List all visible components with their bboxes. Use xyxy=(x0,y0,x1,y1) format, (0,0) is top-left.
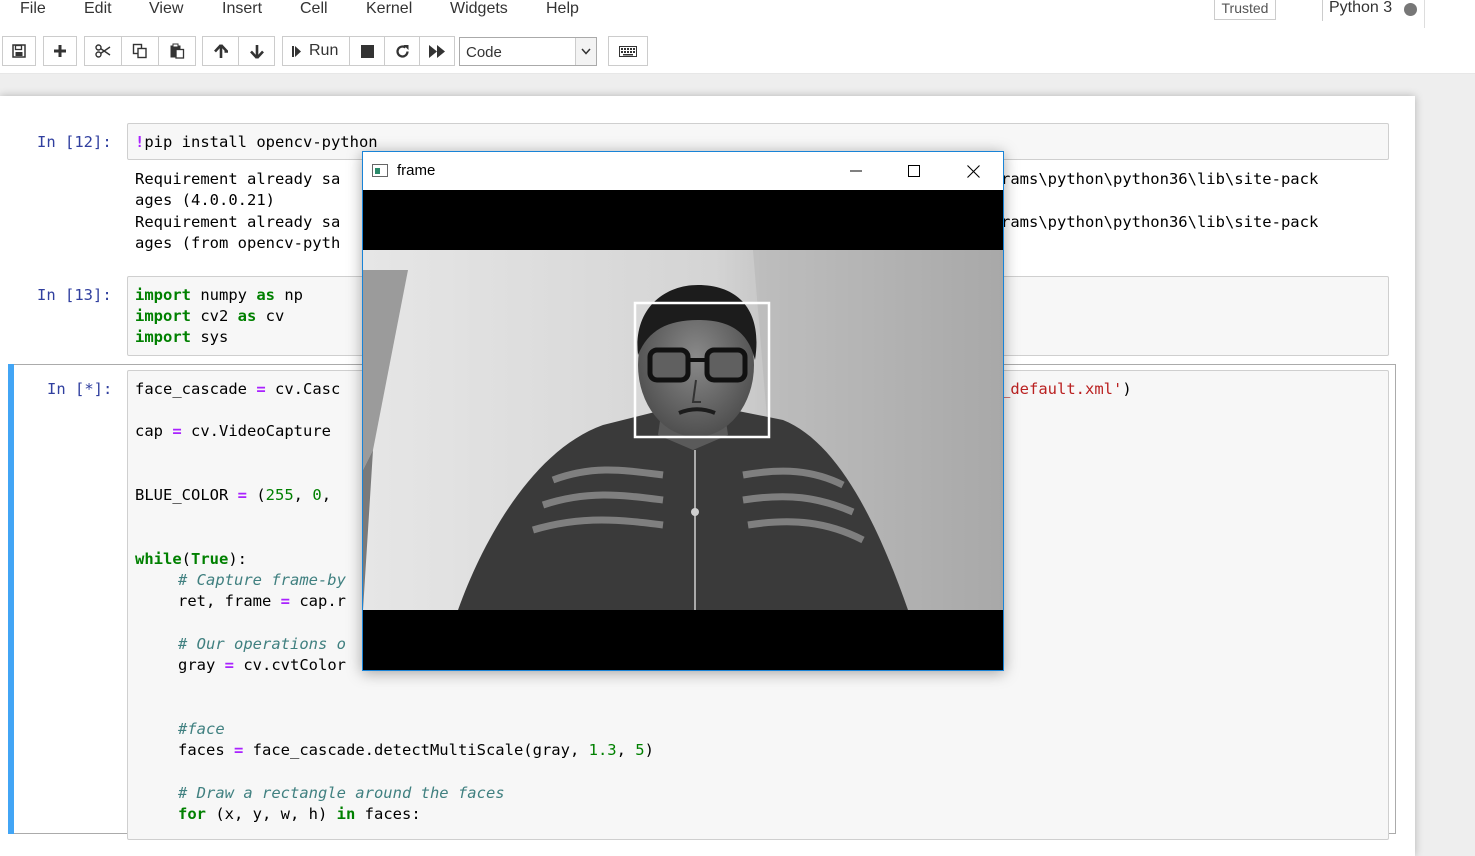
cell-prompt: In [*]: xyxy=(47,380,113,398)
divider xyxy=(1424,0,1425,28)
interrupt-kernel-button[interactable] xyxy=(349,36,385,66)
code-line: ret, frame = cap.r xyxy=(178,592,346,610)
cut-button[interactable] xyxy=(84,36,122,66)
code-line: while(True): xyxy=(135,550,248,568)
close-button[interactable] xyxy=(950,156,996,186)
code-comment: # Our operations o xyxy=(178,635,346,653)
paste-icon xyxy=(170,43,185,59)
output-line: rams\python\python36\lib\site-pack xyxy=(1001,213,1319,231)
maximize-icon xyxy=(908,165,920,177)
minimize-icon xyxy=(850,170,862,172)
code-comment: #face xyxy=(178,720,225,738)
menu-edit[interactable]: Edit xyxy=(84,0,112,18)
cell-type-value: Code xyxy=(466,44,502,61)
selected-cell-indicator xyxy=(8,364,14,834)
app-window-icon xyxy=(372,164,388,177)
cell-prompt: In [13]: xyxy=(37,286,112,304)
save-button[interactable] xyxy=(2,36,36,66)
kernel-busy-indicator-icon xyxy=(1404,3,1417,16)
menu-kernel[interactable]: Kernel xyxy=(366,0,412,18)
move-cell-up-button[interactable] xyxy=(202,36,239,66)
plus-icon xyxy=(54,45,66,57)
output-line: rams\python\python36\lib\site-pack xyxy=(1001,170,1319,188)
cell-prompt: In [12]: xyxy=(37,133,112,151)
keyboard-icon xyxy=(619,45,637,57)
code-line: cap = cv.VideoCapture xyxy=(135,422,331,440)
code-line: BLUE_COLOR = (255, 0, xyxy=(135,486,332,504)
copy-icon xyxy=(132,43,147,59)
code-line: _default.xml') xyxy=(1001,380,1132,398)
close-icon xyxy=(966,164,980,178)
code-line: for (x, y, w, h) in faces: xyxy=(178,805,421,823)
output-line: Requirement already sa xyxy=(135,213,341,231)
menu-cell[interactable]: Cell xyxy=(300,0,328,18)
code-comment: # Draw a rectangle around the faces xyxy=(178,784,505,802)
maximize-button[interactable] xyxy=(891,156,937,186)
chevron-down-icon xyxy=(575,38,596,65)
run-icon xyxy=(292,45,301,57)
copy-button[interactable] xyxy=(121,36,159,66)
paste-button[interactable] xyxy=(158,36,196,66)
fast-forward-icon xyxy=(429,44,445,58)
cell-type-select[interactable]: Code xyxy=(459,37,597,66)
output-line: Requirement already sa xyxy=(135,170,341,188)
code-comment: # Capture frame-by xyxy=(178,571,346,589)
code-line: import numpy as np xyxy=(135,286,303,304)
window-title: frame xyxy=(397,162,436,179)
notebook-header: File Edit View Insert Cell Kernel Widget… xyxy=(0,0,1475,74)
run-button[interactable]: Run xyxy=(282,36,350,66)
arrow-down-icon xyxy=(249,44,264,59)
move-cell-down-button[interactable] xyxy=(238,36,275,66)
save-icon xyxy=(12,44,26,58)
code-line: !pip install opencv-python xyxy=(135,133,378,151)
trusted-indicator[interactable]: Trusted xyxy=(1214,0,1276,20)
menu-help[interactable]: Help xyxy=(546,0,579,18)
menu-file[interactable]: File xyxy=(20,0,46,18)
stop-icon xyxy=(360,44,374,58)
code-line: gray = cv.cvtColor xyxy=(178,656,346,674)
code-line: faces = face_cascade.detectMultiScale(gr… xyxy=(178,741,654,759)
code-line: import sys xyxy=(135,328,229,346)
code-line: import cv2 as cv xyxy=(135,307,285,325)
window-titlebar[interactable]: frame xyxy=(363,152,1003,190)
restart-icon xyxy=(395,44,409,58)
cut-icon xyxy=(95,44,111,58)
frame-window[interactable]: frame xyxy=(362,151,1004,671)
output-line: ages (from opencv-pyth xyxy=(135,234,341,252)
arrow-up-icon xyxy=(213,43,228,58)
restart-run-all-button[interactable] xyxy=(419,36,455,66)
command-palette-button[interactable] xyxy=(608,36,648,66)
menubar: File Edit View Insert Cell Kernel Widget… xyxy=(0,0,1475,28)
webcam-frame-image xyxy=(363,250,1003,610)
restart-kernel-button[interactable] xyxy=(384,36,420,66)
menu-view[interactable]: View xyxy=(149,0,183,18)
kernel-name[interactable]: Python 3 xyxy=(1322,0,1392,21)
code-line: face_cascade = cv.Casc xyxy=(135,380,341,398)
minimize-button[interactable] xyxy=(833,156,879,186)
output-line: ages (4.0.0.21) xyxy=(135,191,275,209)
insert-cell-button[interactable] xyxy=(43,36,77,66)
menu-insert[interactable]: Insert xyxy=(222,0,262,18)
menu-widgets[interactable]: Widgets xyxy=(450,0,508,18)
run-button-label: Run xyxy=(309,42,339,59)
